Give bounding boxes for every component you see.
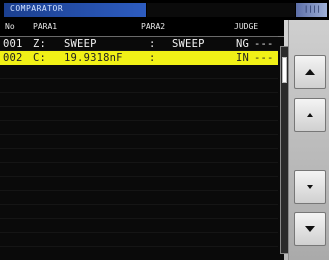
title-spacer [147,3,295,17]
table-header: No PARA1 PARA2 JUDGE [0,20,284,37]
para1-label: C: [33,52,47,64]
table-grid [0,36,278,260]
arrow-up-icon [305,69,315,75]
scroll-up-button[interactable] [294,98,326,132]
judge-dash: --- [254,38,274,50]
header-para2: PARA2 [141,22,166,31]
judge-value: IN [236,52,250,64]
instrument-screen: COMPARATOR |||| No PARA1 PARA2 JUDGE 001… [0,0,329,260]
table-row[interactable]: 001 Z: SWEEP : SWEEP NG --- [0,37,278,51]
para1-value: SWEEP [64,38,97,50]
row-no: 001 [3,38,23,50]
status-indicator: |||| [296,3,327,17]
page-up-button[interactable] [294,55,326,89]
table-row-selected[interactable]: 002 C: 19.9318nF : IN --- [0,51,278,65]
comparator-table: No PARA1 PARA2 JUDGE 001 Z: SWEEP : SWEE… [0,20,284,260]
scroll-down-button[interactable] [294,170,326,204]
status-indicator-label: |||| [304,5,321,13]
header-judge: JUDGE [234,22,259,31]
judge-dash: --- [254,52,274,64]
header-no: No [5,22,15,31]
para1-value: 19.9318nF [64,52,123,64]
vertical-scrollbar[interactable] [280,46,289,254]
arrow-down-small-icon [307,185,313,189]
page-down-button[interactable] [294,212,326,246]
header-para1: PARA1 [33,22,58,31]
scrollbar-thumb[interactable] [282,57,287,83]
title-block: COMPARATOR [4,3,146,17]
arrow-down-icon [305,226,315,232]
window-title: COMPARATOR [10,4,64,13]
judge-value: NG [236,38,250,50]
separator: : [149,52,156,64]
row-no: 002 [3,52,23,64]
separator: : [149,38,156,50]
arrow-up-small-icon [307,113,313,117]
para1-label: Z: [33,38,47,50]
para2-value: SWEEP [172,38,205,50]
title-bar: COMPARATOR |||| [0,0,329,20]
